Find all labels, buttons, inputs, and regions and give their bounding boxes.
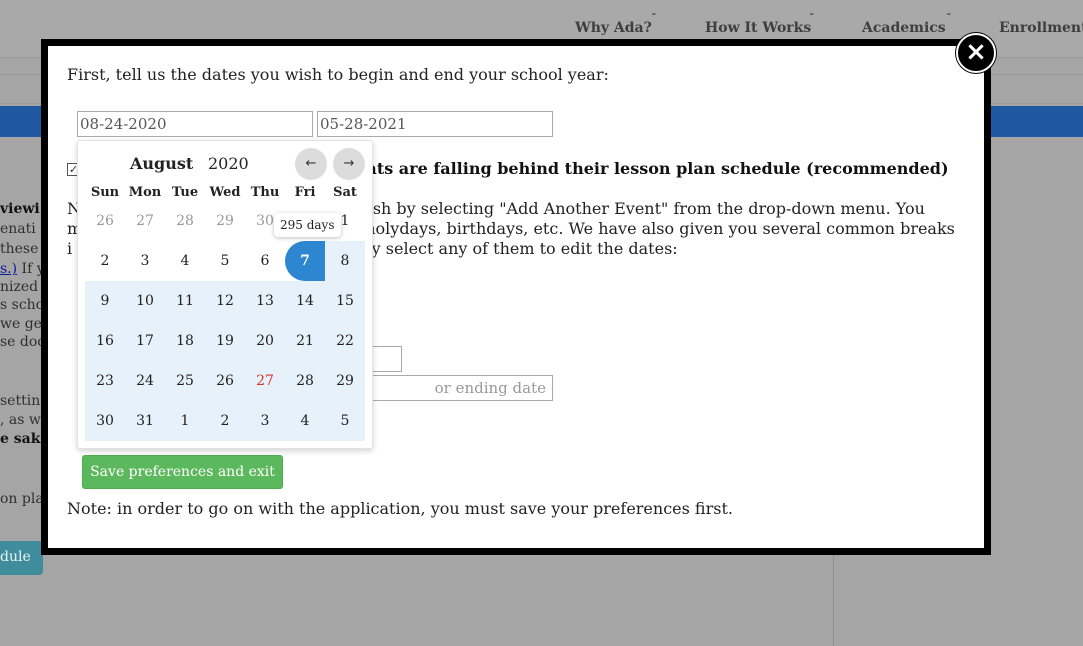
save-preferences-button[interactable]: Save preferences and exit (82, 455, 283, 489)
chevron-down-icon: ˇ (946, 12, 952, 25)
calendar-day[interactable]: 21 (285, 321, 325, 361)
calendar-day[interactable]: 27 (245, 361, 285, 401)
calendar-day[interactable]: 9 (85, 281, 125, 321)
calendar-day[interactable]: 25 (165, 361, 205, 401)
bg-text: we ge (0, 316, 42, 332)
calendar-grid: 2627282930311234567891011121314151617181… (85, 201, 365, 441)
calendar-day[interactable]: 26 (85, 201, 125, 241)
calendar-day[interactable]: 28 (285, 361, 325, 401)
bg-schedule-button[interactable]: dule (0, 541, 43, 575)
start-date-input[interactable] (77, 111, 313, 137)
bg-text: se doc (0, 334, 46, 350)
chevron-down-icon: ˇ (809, 12, 815, 25)
calendar-day[interactable]: 4 (285, 401, 325, 441)
bg-text: , as w (0, 412, 41, 428)
calendar-day[interactable]: 29 (325, 361, 365, 401)
calendar-day[interactable]: 14 (285, 281, 325, 321)
nav-item-why-ada[interactable]: Why Ada? ˇ (575, 12, 657, 36)
calendar-day[interactable]: 23 (85, 361, 125, 401)
calendar-day[interactable]: 11 (165, 281, 205, 321)
calendar-day-selected[interactable]: 7 (285, 241, 325, 281)
calendar-day[interactable]: 8 (325, 241, 365, 281)
bg-text: s scho (0, 297, 45, 313)
range-days-tooltip: 295 days (274, 213, 341, 237)
calendar-day[interactable]: 10 (125, 281, 165, 321)
calendar-day[interactable]: 27 (125, 201, 165, 241)
nav-item-academics[interactable]: Academics ˇ (862, 12, 952, 36)
arrow-left-icon[interactable]: ← (295, 148, 327, 180)
calendar-day[interactable]: 30 (85, 401, 125, 441)
end-date-input[interactable] (317, 111, 553, 137)
bg-text: on pla (0, 491, 44, 507)
calendar-day[interactable]: 22 (325, 321, 365, 361)
calendar-day[interactable]: 4 (165, 241, 205, 281)
bg-text: enati (0, 221, 36, 237)
bg-text: settin (0, 393, 41, 409)
arrow-right-icon[interactable]: → (333, 148, 365, 180)
calendar-day[interactable]: 31 (125, 401, 165, 441)
calendar-day[interactable]: 3 (245, 401, 285, 441)
chevron-down-icon: ˇ (651, 12, 657, 25)
nav-item-how-it-works[interactable]: How It Works ˇ (705, 12, 815, 36)
calendar-day[interactable]: 16 (85, 321, 125, 361)
calendar-day[interactable]: 20 (245, 321, 285, 361)
bg-text: viewi (0, 201, 40, 217)
date-picker-calendar: August 2020 ← → Sun Mon Tue Wed Thu Fri … (77, 140, 373, 449)
calendar-day[interactable]: 2 (205, 401, 245, 441)
calendar-day[interactable]: 24 (125, 361, 165, 401)
calendar-day[interactable]: 13 (245, 281, 285, 321)
calendar-year[interactable]: 2020 (208, 154, 249, 173)
behind-schedule-label: ents are falling behind their lesson pla… (355, 159, 949, 178)
calendar-day[interactable]: 19 (205, 321, 245, 361)
modal-intro: First, tell us the dates you wish to beg… (67, 65, 609, 84)
calendar-month[interactable]: August (130, 154, 193, 173)
calendar-day[interactable]: 17 (125, 321, 165, 361)
calendar-day[interactable]: 3 (125, 241, 165, 281)
calendar-day[interactable]: 28 (165, 201, 205, 241)
calendar-day[interactable]: 5 (325, 401, 365, 441)
calendar-day[interactable]: 18 (165, 321, 205, 361)
close-icon[interactable]: × (956, 33, 996, 73)
calendar-day[interactable]: 26 (205, 361, 245, 401)
calendar-day[interactable]: 15 (325, 281, 365, 321)
bg-text: s.) If y (0, 261, 45, 277)
calendar-day[interactable]: 1 (165, 401, 205, 441)
calendar-day[interactable]: 6 (245, 241, 285, 281)
calendar-day[interactable]: 12 (205, 281, 245, 321)
calendar-day[interactable]: 29 (205, 201, 245, 241)
save-note: Note: in order to go on with the applica… (67, 499, 733, 518)
calendar-day[interactable]: 2 (85, 241, 125, 281)
bg-link[interactable]: s.) (0, 261, 17, 277)
nav-item-enrollment[interactable]: Enrollment (999, 20, 1083, 36)
calendar-day[interactable]: 5 (205, 241, 245, 281)
